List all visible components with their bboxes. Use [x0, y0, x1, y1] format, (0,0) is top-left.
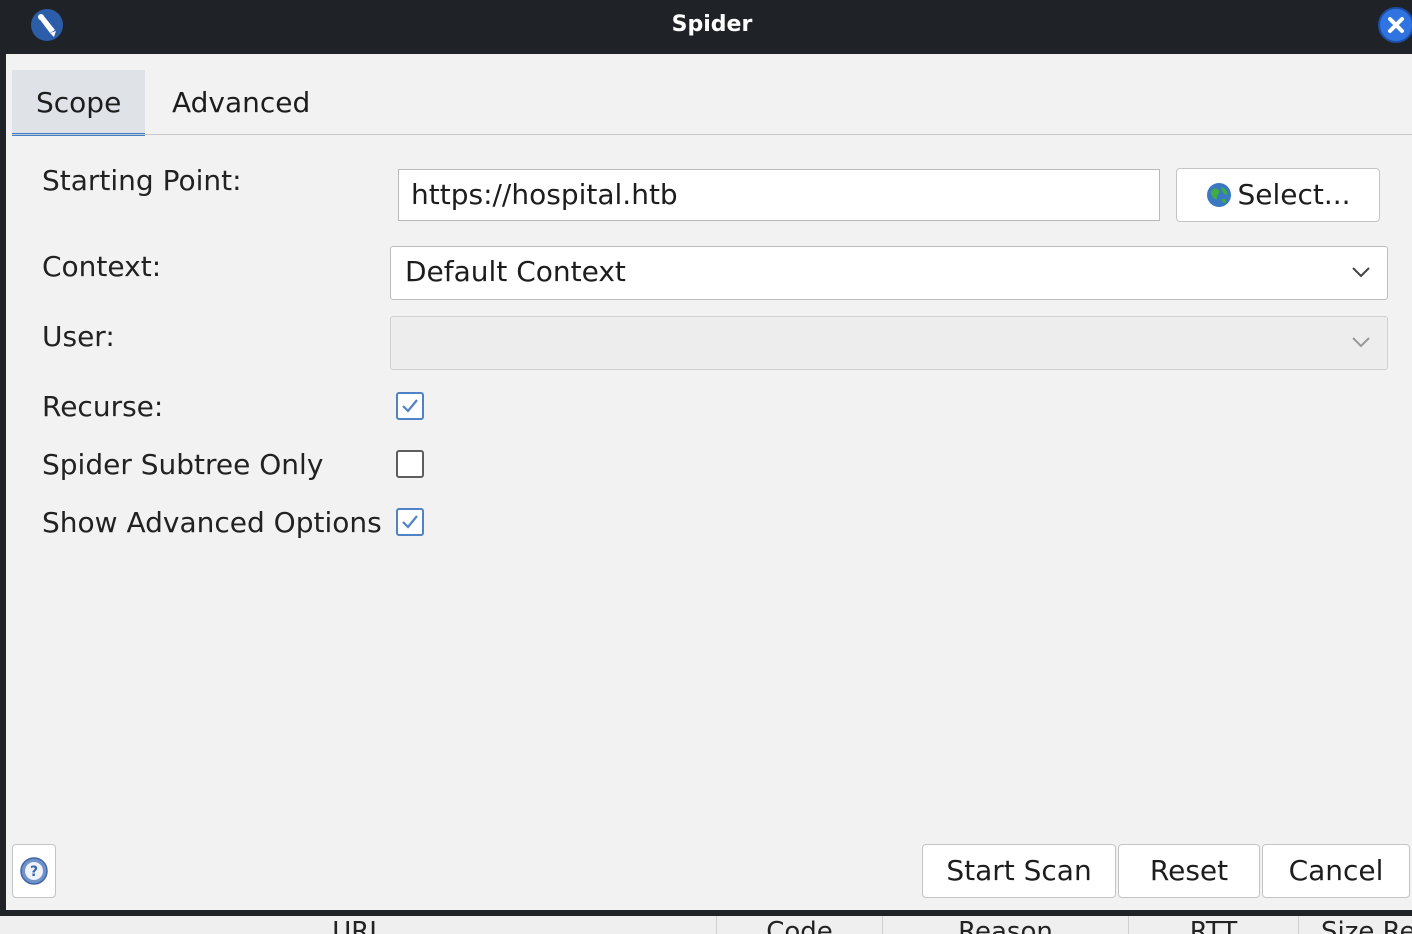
context-label: Context: [42, 250, 162, 283]
tab-bar: Scope Advanced [12, 54, 1412, 136]
cancel-button[interactable]: Cancel [1262, 844, 1410, 898]
recurse-label: Recurse: [42, 390, 164, 423]
tab-divider [12, 134, 1412, 135]
checkmark-icon [402, 515, 418, 529]
select-button[interactable]: Select... [1176, 168, 1380, 222]
help-icon: ? [20, 857, 48, 885]
window-title: Spider [671, 12, 753, 37]
start-scan-button[interactable]: Start Scan [922, 844, 1116, 898]
help-button[interactable]: ? [12, 844, 56, 898]
svg-text:?: ? [30, 864, 38, 880]
chevron-down-icon [1352, 337, 1370, 348]
subtree-only-label: Spider Subtree Only [42, 448, 324, 481]
globe-icon [1207, 183, 1231, 207]
context-select-value: Default Context [405, 255, 626, 288]
user-select[interactable] [390, 316, 1388, 370]
show-advanced-label: Show Advanced Options [42, 506, 382, 539]
user-label: User: [42, 320, 115, 353]
close-icon [1388, 17, 1404, 33]
spider-dialog: Spider Scope Advanced Starting Point: ht… [0, 0, 1412, 916]
select-button-label: Select... [1237, 178, 1351, 211]
title-bar: Spider [6, 0, 1412, 54]
starting-point-label: Starting Point: [42, 164, 242, 197]
chevron-down-icon [1352, 267, 1370, 278]
context-select[interactable]: Default Context [390, 246, 1388, 300]
starting-point-input[interactable]: https://hospital.htb [398, 169, 1160, 221]
show-advanced-checkbox[interactable] [396, 508, 424, 536]
reset-button[interactable]: Reset [1118, 844, 1260, 898]
tab-scope[interactable]: Scope [12, 70, 146, 136]
checkmark-icon [402, 399, 418, 413]
subtree-only-checkbox[interactable] [396, 450, 424, 478]
tab-advanced[interactable]: Advanced [148, 70, 334, 136]
recurse-checkbox[interactable] [396, 392, 424, 420]
close-button[interactable] [1378, 7, 1412, 43]
